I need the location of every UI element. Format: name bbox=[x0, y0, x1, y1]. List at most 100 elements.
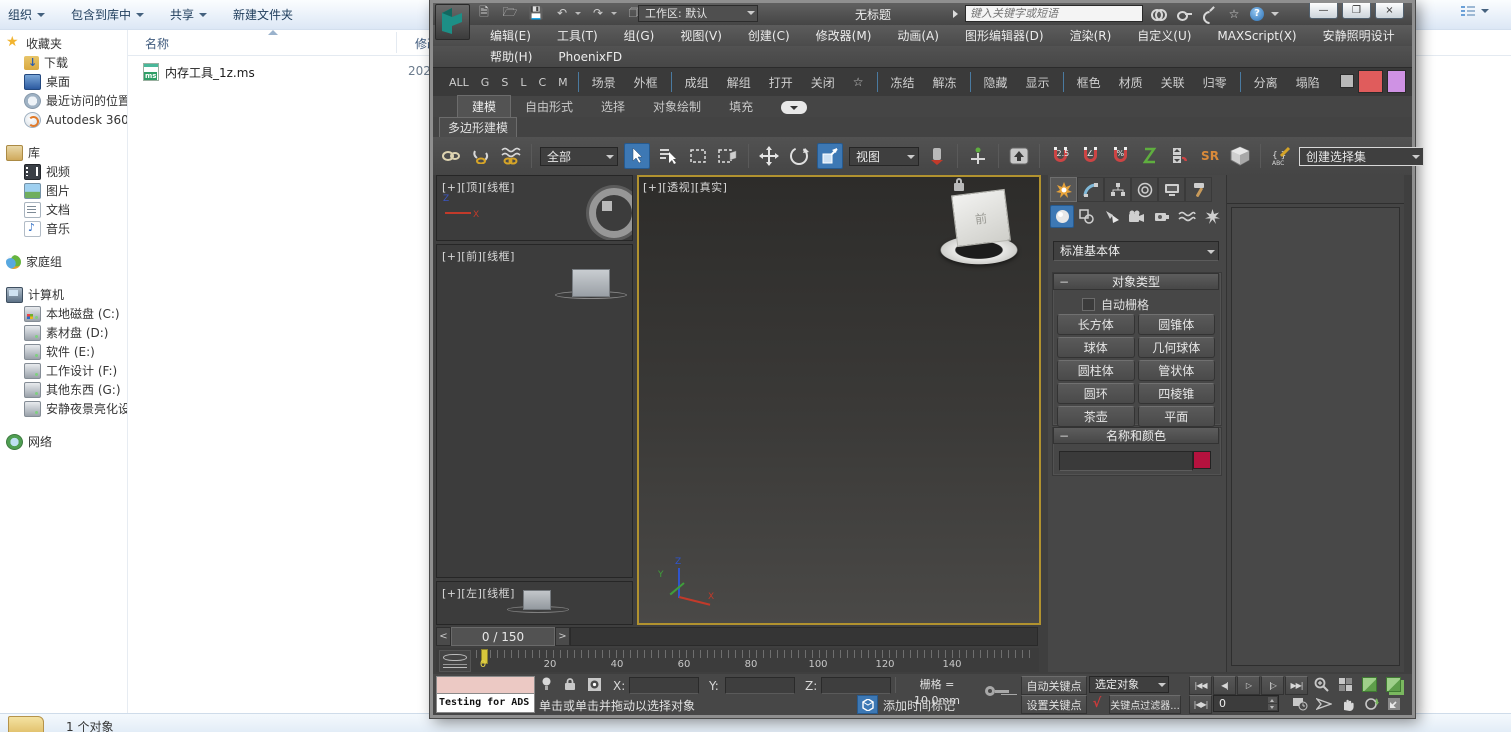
space-warps-icon[interactable] bbox=[1175, 205, 1199, 228]
snaps-toggle-icon[interactable]: 2.5 bbox=[1048, 144, 1072, 168]
toolbar-item[interactable]: 共享 bbox=[170, 6, 207, 23]
primitive-button[interactable]: 圆柱体 bbox=[1057, 360, 1135, 381]
viewport-left[interactable]: [+][左][线框] bbox=[436, 581, 633, 625]
select-and-move-icon[interactable] bbox=[757, 144, 781, 168]
x-coordinate-field[interactable] bbox=[629, 677, 699, 694]
selection-arrow-icon[interactable] bbox=[1313, 695, 1334, 712]
systems-icon[interactable] bbox=[1200, 205, 1224, 228]
sidebar-item[interactable]: Autodesk 360 bbox=[0, 110, 127, 129]
favorites-star-icon[interactable]: ☆ bbox=[1225, 6, 1243, 22]
key-filters-button[interactable]: 关键点过滤器... bbox=[1109, 695, 1181, 714]
viewport-top[interactable]: [+][顶][线框] XZ bbox=[436, 175, 633, 241]
menu-item[interactable]: 渲染(R) bbox=[1057, 27, 1125, 44]
tab-create-icon[interactable] bbox=[1050, 177, 1077, 202]
rollout-object-type[interactable]: − 对象类型 bbox=[1053, 273, 1219, 290]
quick-button[interactable]: 塌陷 bbox=[1287, 74, 1329, 91]
ribbon-dropdown-icon[interactable] bbox=[781, 101, 807, 114]
previous-frame-button[interactable]: < bbox=[436, 627, 451, 646]
ribbon-tab-建模[interactable]: 建模 bbox=[457, 95, 511, 117]
tab-motion-icon[interactable] bbox=[1131, 177, 1158, 202]
primitive-button[interactable]: 几何球体 bbox=[1138, 337, 1216, 358]
selection-filter-dropdown[interactable]: 全部 bbox=[540, 147, 618, 166]
menu-item[interactable]: 组(G) bbox=[611, 27, 668, 44]
maxscript-mini-listener-white[interactable]: Testing for ADS bbox=[436, 693, 535, 713]
viewport-layout-icon[interactable] bbox=[1335, 676, 1356, 693]
reference-coordinate-dropdown[interactable]: 视图 bbox=[849, 147, 919, 166]
set-key-button[interactable]: 设置关键点 bbox=[1021, 695, 1087, 714]
quick-button[interactable]: ☆ bbox=[844, 75, 873, 89]
use-pivot-center-icon[interactable] bbox=[925, 144, 949, 168]
max-titlebar[interactable]: 🗎 🗁 💾 ↶ ↷ 🗇 工作区: 默认 无标题 ☆ ? bbox=[433, 3, 1412, 25]
percent-snap-icon[interactable]: % bbox=[1108, 144, 1132, 168]
tab-hierarchy-icon[interactable] bbox=[1104, 177, 1131, 202]
menu-item[interactable]: 帮助(H) bbox=[477, 48, 545, 65]
undo-icon[interactable]: ↶ bbox=[553, 5, 571, 21]
menu-item[interactable]: 编辑(E) bbox=[477, 27, 544, 44]
quick-button[interactable]: 隐藏 bbox=[975, 74, 1017, 91]
isolate-cube-icon[interactable] bbox=[1228, 144, 1252, 168]
sidebar-item[interactable]: 收藏夹 bbox=[0, 34, 127, 53]
selection-set-dropdown[interactable]: 选定对象 bbox=[1089, 676, 1169, 693]
keyboard-shortcut-override-icon[interactable] bbox=[1007, 144, 1031, 168]
bind-to-space-warp-icon[interactable] bbox=[499, 144, 523, 168]
notification-bulb-icon[interactable] bbox=[537, 676, 555, 692]
snap-squiggle-icon[interactable] bbox=[1138, 144, 1162, 168]
track-bar-ruler[interactable]: 020406080100120140 bbox=[473, 648, 1039, 672]
z-coordinate-field[interactable] bbox=[821, 677, 891, 694]
ribbon-tab-选择[interactable]: 选择 bbox=[587, 96, 639, 117]
select-and-scale-icon[interactable] bbox=[817, 143, 843, 169]
swatch-purple[interactable] bbox=[1387, 70, 1406, 93]
help-icon[interactable]: ? bbox=[1250, 7, 1264, 21]
box-object[interactable]: 前 bbox=[951, 189, 1011, 247]
edit-named-selection-sets-icon[interactable]: { }ABC bbox=[1269, 144, 1293, 168]
sidebar-item[interactable]: 库 bbox=[0, 143, 127, 162]
quick-button[interactable]: 场景 bbox=[583, 74, 625, 91]
named-selection-set-dropdown[interactable]: 创建选择集 bbox=[1299, 147, 1424, 166]
toolbar-item[interactable]: 新建文件夹 bbox=[233, 6, 293, 23]
go-to-start-button[interactable]: |◀◀ bbox=[1189, 676, 1212, 695]
isolate-selection-icon[interactable] bbox=[857, 695, 878, 714]
sr-toggle[interactable]: SR bbox=[1198, 144, 1222, 168]
sidebar-item[interactable]: 软件 (E:) bbox=[0, 342, 127, 361]
isolate-object-icon[interactable] bbox=[1359, 676, 1380, 693]
quick-button[interactable]: 显示 bbox=[1017, 74, 1059, 91]
minimize-button[interactable]: — bbox=[1309, 3, 1338, 19]
quick-button[interactable]: 解冻 bbox=[924, 74, 966, 91]
menu-item[interactable]: 图形编辑器(D) bbox=[952, 27, 1057, 44]
viewport-top-label[interactable]: [+][顶][线框] bbox=[442, 179, 515, 195]
menu-item[interactable]: 创建(C) bbox=[735, 27, 803, 44]
primitive-button[interactable]: 四棱锥 bbox=[1138, 383, 1216, 404]
sidebar-item[interactable]: 视频 bbox=[0, 162, 127, 181]
sidebar-item[interactable]: 本地磁盘 (C:) bbox=[0, 304, 127, 323]
play-button[interactable]: ▷ bbox=[1237, 676, 1260, 695]
ribbon-tab-对象绘制[interactable]: 对象绘制 bbox=[639, 96, 715, 117]
checkbox-icon[interactable] bbox=[1082, 298, 1095, 311]
viewport-front-label[interactable]: [+][前][线框] bbox=[442, 248, 515, 264]
select-and-rotate-icon[interactable] bbox=[787, 144, 811, 168]
spinner-snap-icon[interactable] bbox=[1168, 144, 1192, 168]
maximize-button[interactable]: ❐ bbox=[1342, 3, 1371, 19]
open-file-icon[interactable]: 🗁 bbox=[501, 5, 519, 21]
change-view-button[interactable] bbox=[1461, 5, 1489, 17]
toolbar-item[interactable]: 包含到库中 bbox=[71, 6, 144, 23]
y-coordinate-field[interactable] bbox=[725, 677, 795, 694]
menu-item[interactable]: 修改器(M) bbox=[803, 27, 885, 44]
object-name-field[interactable] bbox=[1059, 451, 1193, 471]
quick-button[interactable]: S bbox=[495, 76, 514, 89]
quick-button[interactable]: M bbox=[552, 76, 574, 89]
sidebar-item[interactable]: 计算机 bbox=[0, 285, 127, 304]
swatch-red[interactable] bbox=[1358, 70, 1383, 93]
communication-center-icon[interactable] bbox=[1200, 6, 1218, 22]
helpers-icon[interactable] bbox=[1150, 205, 1174, 228]
menu-item[interactable]: 视图(V) bbox=[667, 27, 735, 44]
ribbon-tab-自由形式[interactable]: 自由形式 bbox=[511, 96, 587, 117]
toolbar-item[interactable]: 组织 bbox=[8, 6, 45, 23]
menu-item[interactable]: 动画(A) bbox=[884, 27, 952, 44]
quick-button[interactable]: 冻结 bbox=[882, 74, 924, 91]
sidebar-item[interactable]: 网络 bbox=[0, 432, 127, 451]
sidebar-item[interactable]: 桌面 bbox=[0, 72, 127, 91]
current-frame-field[interactable]: 0 bbox=[1213, 695, 1279, 712]
lights-icon[interactable] bbox=[1100, 205, 1124, 228]
sidebar-item[interactable]: 其他东西 (G:) bbox=[0, 380, 127, 399]
redo-dropdown-icon[interactable] bbox=[611, 12, 617, 15]
